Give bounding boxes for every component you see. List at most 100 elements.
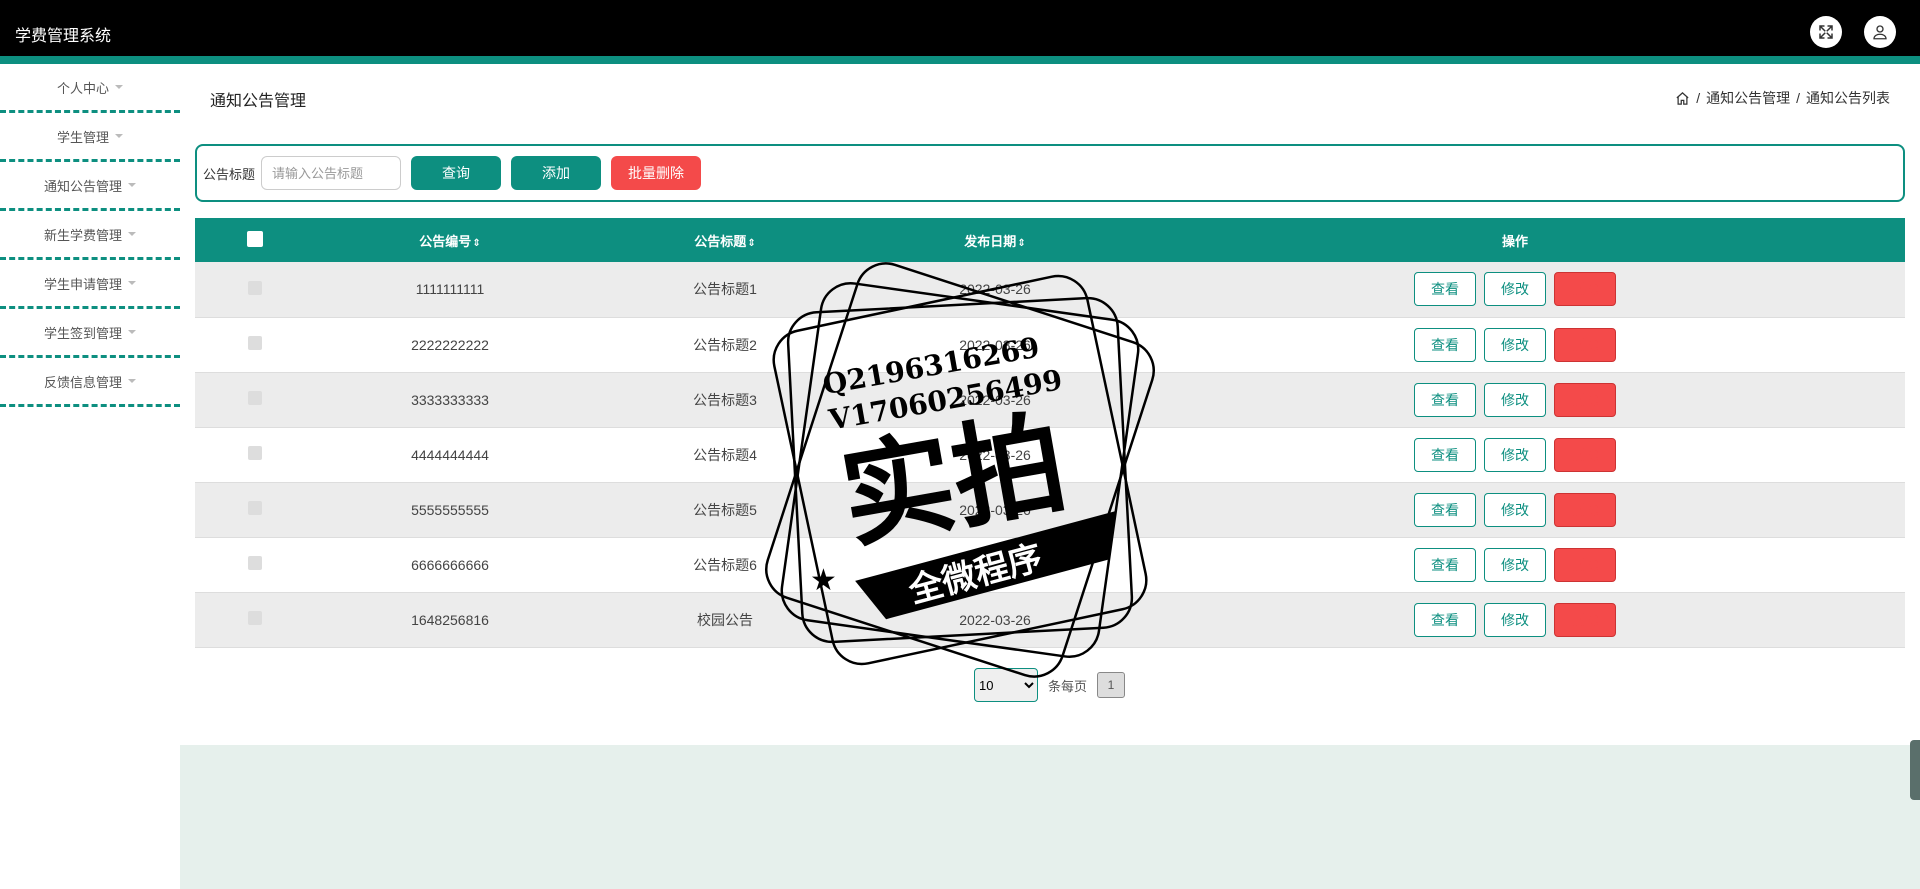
sidebar-item-label: 新生学费管理 xyxy=(43,227,122,243)
row-checkbox-cell xyxy=(195,372,315,428)
row-checkbox-cell xyxy=(195,482,315,538)
search-input[interactable] xyxy=(261,156,402,190)
select-all-checkbox[interactable] xyxy=(247,230,263,247)
breadcrumb-item-current: 通知公告列表 xyxy=(1806,90,1890,106)
cell-date: 2022-03-26 xyxy=(865,317,1125,373)
view-button[interactable]: 查看 xyxy=(1414,382,1476,417)
notice-table: 公告编号⇕ 公告标题⇕ 发布日期⇕ 操作 1111111111 公告标题1 2022… xyxy=(195,218,1905,648)
breadcrumb-item[interactable]: 通知公告管理 xyxy=(1706,88,1790,108)
column-header-ops: 操作 xyxy=(1125,218,1905,262)
caret-down-icon xyxy=(128,281,136,285)
column-header-id[interactable]: 公告编号⇕ xyxy=(315,218,585,262)
view-button[interactable]: 查看 xyxy=(1414,327,1476,362)
page-size-select[interactable]: 10 xyxy=(974,668,1038,702)
search-label: 公告标题 xyxy=(203,166,256,182)
cell-id: 6666666666 xyxy=(315,537,585,593)
cell-ops: 查看 修改 删除 xyxy=(1125,262,1905,318)
cell-title: 公告标题3 xyxy=(585,372,865,428)
table-header-row: 公告编号⇕ 公告标题⇕ 发布日期⇕ 操作 xyxy=(195,218,1905,262)
column-header-date[interactable]: 发布日期⇕ xyxy=(865,218,1125,262)
delete-button[interactable]: 删除 xyxy=(1554,602,1616,637)
header-accent-bar xyxy=(0,56,1920,64)
cell-ops: 查看 修改 删除 xyxy=(1125,592,1905,648)
search-panel: 公告标题 查询 添加 批量删除 xyxy=(195,144,1905,202)
cell-title: 公告标题6 xyxy=(585,537,865,593)
cell-date: 2022-03-26 xyxy=(865,537,1125,593)
row-checkbox[interactable] xyxy=(248,391,262,405)
sidebar-item-notices[interactable]: 通知公告管理 xyxy=(0,162,180,211)
edit-button[interactable]: 修改 xyxy=(1484,437,1546,472)
sidebar-item-label: 个人中心 xyxy=(56,80,109,96)
fullscreen-button[interactable] xyxy=(1810,16,1842,48)
view-button[interactable]: 查看 xyxy=(1414,602,1476,637)
cell-ops: 查看 修改 删除 xyxy=(1125,317,1905,373)
table-row: 1648256816 校园公告 2022-03-26 查看 修改 删除 xyxy=(195,592,1905,648)
sidebar-item-label: 学生管理 xyxy=(56,129,109,145)
view-button[interactable]: 查看 xyxy=(1414,437,1476,472)
edit-button[interactable]: 修改 xyxy=(1484,327,1546,362)
row-checkbox[interactable] xyxy=(248,446,262,460)
sidebar-item-label: 反馈信息管理 xyxy=(43,374,122,390)
cell-title: 校园公告 xyxy=(585,592,865,648)
row-checkbox-cell xyxy=(195,317,315,373)
table-row: 3333333333 公告标题3 2022-03-26 查看 修改 删除 xyxy=(195,372,1905,428)
cell-date: 2022-03-26 xyxy=(865,482,1125,538)
edit-button[interactable]: 修改 xyxy=(1484,382,1546,417)
sidebar-item-label: 通知公告管理 xyxy=(43,178,122,194)
edit-button[interactable]: 修改 xyxy=(1484,492,1546,527)
add-button[interactable]: 添加 xyxy=(511,156,602,190)
edit-button[interactable]: 修改 xyxy=(1484,602,1546,637)
row-checkbox[interactable] xyxy=(248,556,262,570)
side-float-tab[interactable] xyxy=(1910,740,1920,800)
row-checkbox[interactable] xyxy=(248,501,262,515)
cell-id: 2222222222 xyxy=(315,317,585,373)
cell-title: 公告标题1 xyxy=(585,262,865,318)
cell-id: 1648256816 xyxy=(315,592,585,648)
table-row: 6666666666 公告标题6 2022-03-26 查看 修改 删除 xyxy=(195,537,1905,593)
view-button[interactable]: 查看 xyxy=(1414,492,1476,527)
sidebar-item-students[interactable]: 学生管理 xyxy=(0,113,180,162)
sort-icon: ⇕ xyxy=(472,237,481,249)
delete-button[interactable]: 删除 xyxy=(1554,492,1616,527)
sidebar-item-applications[interactable]: 学生申请管理 xyxy=(0,260,180,309)
cell-id: 4444444444 xyxy=(315,427,585,483)
batch-delete-button[interactable]: 批量删除 xyxy=(611,156,702,190)
delete-button[interactable]: 删除 xyxy=(1554,547,1616,582)
user-button[interactable] xyxy=(1864,16,1896,48)
user-icon xyxy=(1873,25,1887,40)
view-button[interactable]: 查看 xyxy=(1414,272,1476,307)
row-checkbox[interactable] xyxy=(248,336,262,350)
table-row: 5555555555 公告标题5 2022-03-26 查看 修改 删除 xyxy=(195,482,1905,538)
row-checkbox[interactable] xyxy=(248,280,262,295)
caret-down-icon xyxy=(128,379,136,383)
cell-date: 2022-03-26 xyxy=(865,592,1125,648)
delete-button[interactable]: 删除 xyxy=(1554,327,1616,362)
app-title: 学费管理系统 xyxy=(15,28,112,45)
cell-date: 2022-03-26 xyxy=(865,262,1125,318)
query-button[interactable]: 查询 xyxy=(411,156,502,190)
cell-id: 1111111111 xyxy=(315,262,585,318)
delete-button[interactable]: 删除 xyxy=(1554,382,1616,417)
row-checkbox-cell xyxy=(195,427,315,483)
view-button[interactable]: 查看 xyxy=(1414,547,1476,582)
delete-button[interactable]: 删除 xyxy=(1554,437,1616,472)
edit-button[interactable]: 修改 xyxy=(1484,547,1546,582)
cell-date: 2022-03-26 xyxy=(865,427,1125,483)
caret-down-icon xyxy=(128,330,136,334)
row-checkbox[interactable] xyxy=(248,611,262,625)
top-header xyxy=(0,0,1920,64)
cell-ops: 查看 修改 删除 xyxy=(1125,427,1905,483)
sidebar-item-personal-center[interactable]: 个人中心 xyxy=(0,64,180,113)
row-checkbox-cell xyxy=(195,537,315,593)
sort-icon: ⇕ xyxy=(747,237,756,249)
home-icon[interactable] xyxy=(1675,91,1690,106)
sidebar-item-checkins[interactable]: 学生签到管理 xyxy=(0,309,180,358)
column-header-title[interactable]: 公告标题⇕ xyxy=(585,218,865,262)
sidebar-item-new-student-fees[interactable]: 新生学费管理 xyxy=(0,211,180,260)
pagination: 10 条每页 1 xyxy=(974,668,1126,702)
page-number-button[interactable]: 1 xyxy=(1097,672,1126,698)
delete-button[interactable]: 删除 xyxy=(1554,272,1616,307)
sidebar-item-feedback[interactable]: 反馈信息管理 xyxy=(0,358,180,407)
expand-icon xyxy=(1819,25,1833,39)
edit-button[interactable]: 修改 xyxy=(1484,272,1546,307)
